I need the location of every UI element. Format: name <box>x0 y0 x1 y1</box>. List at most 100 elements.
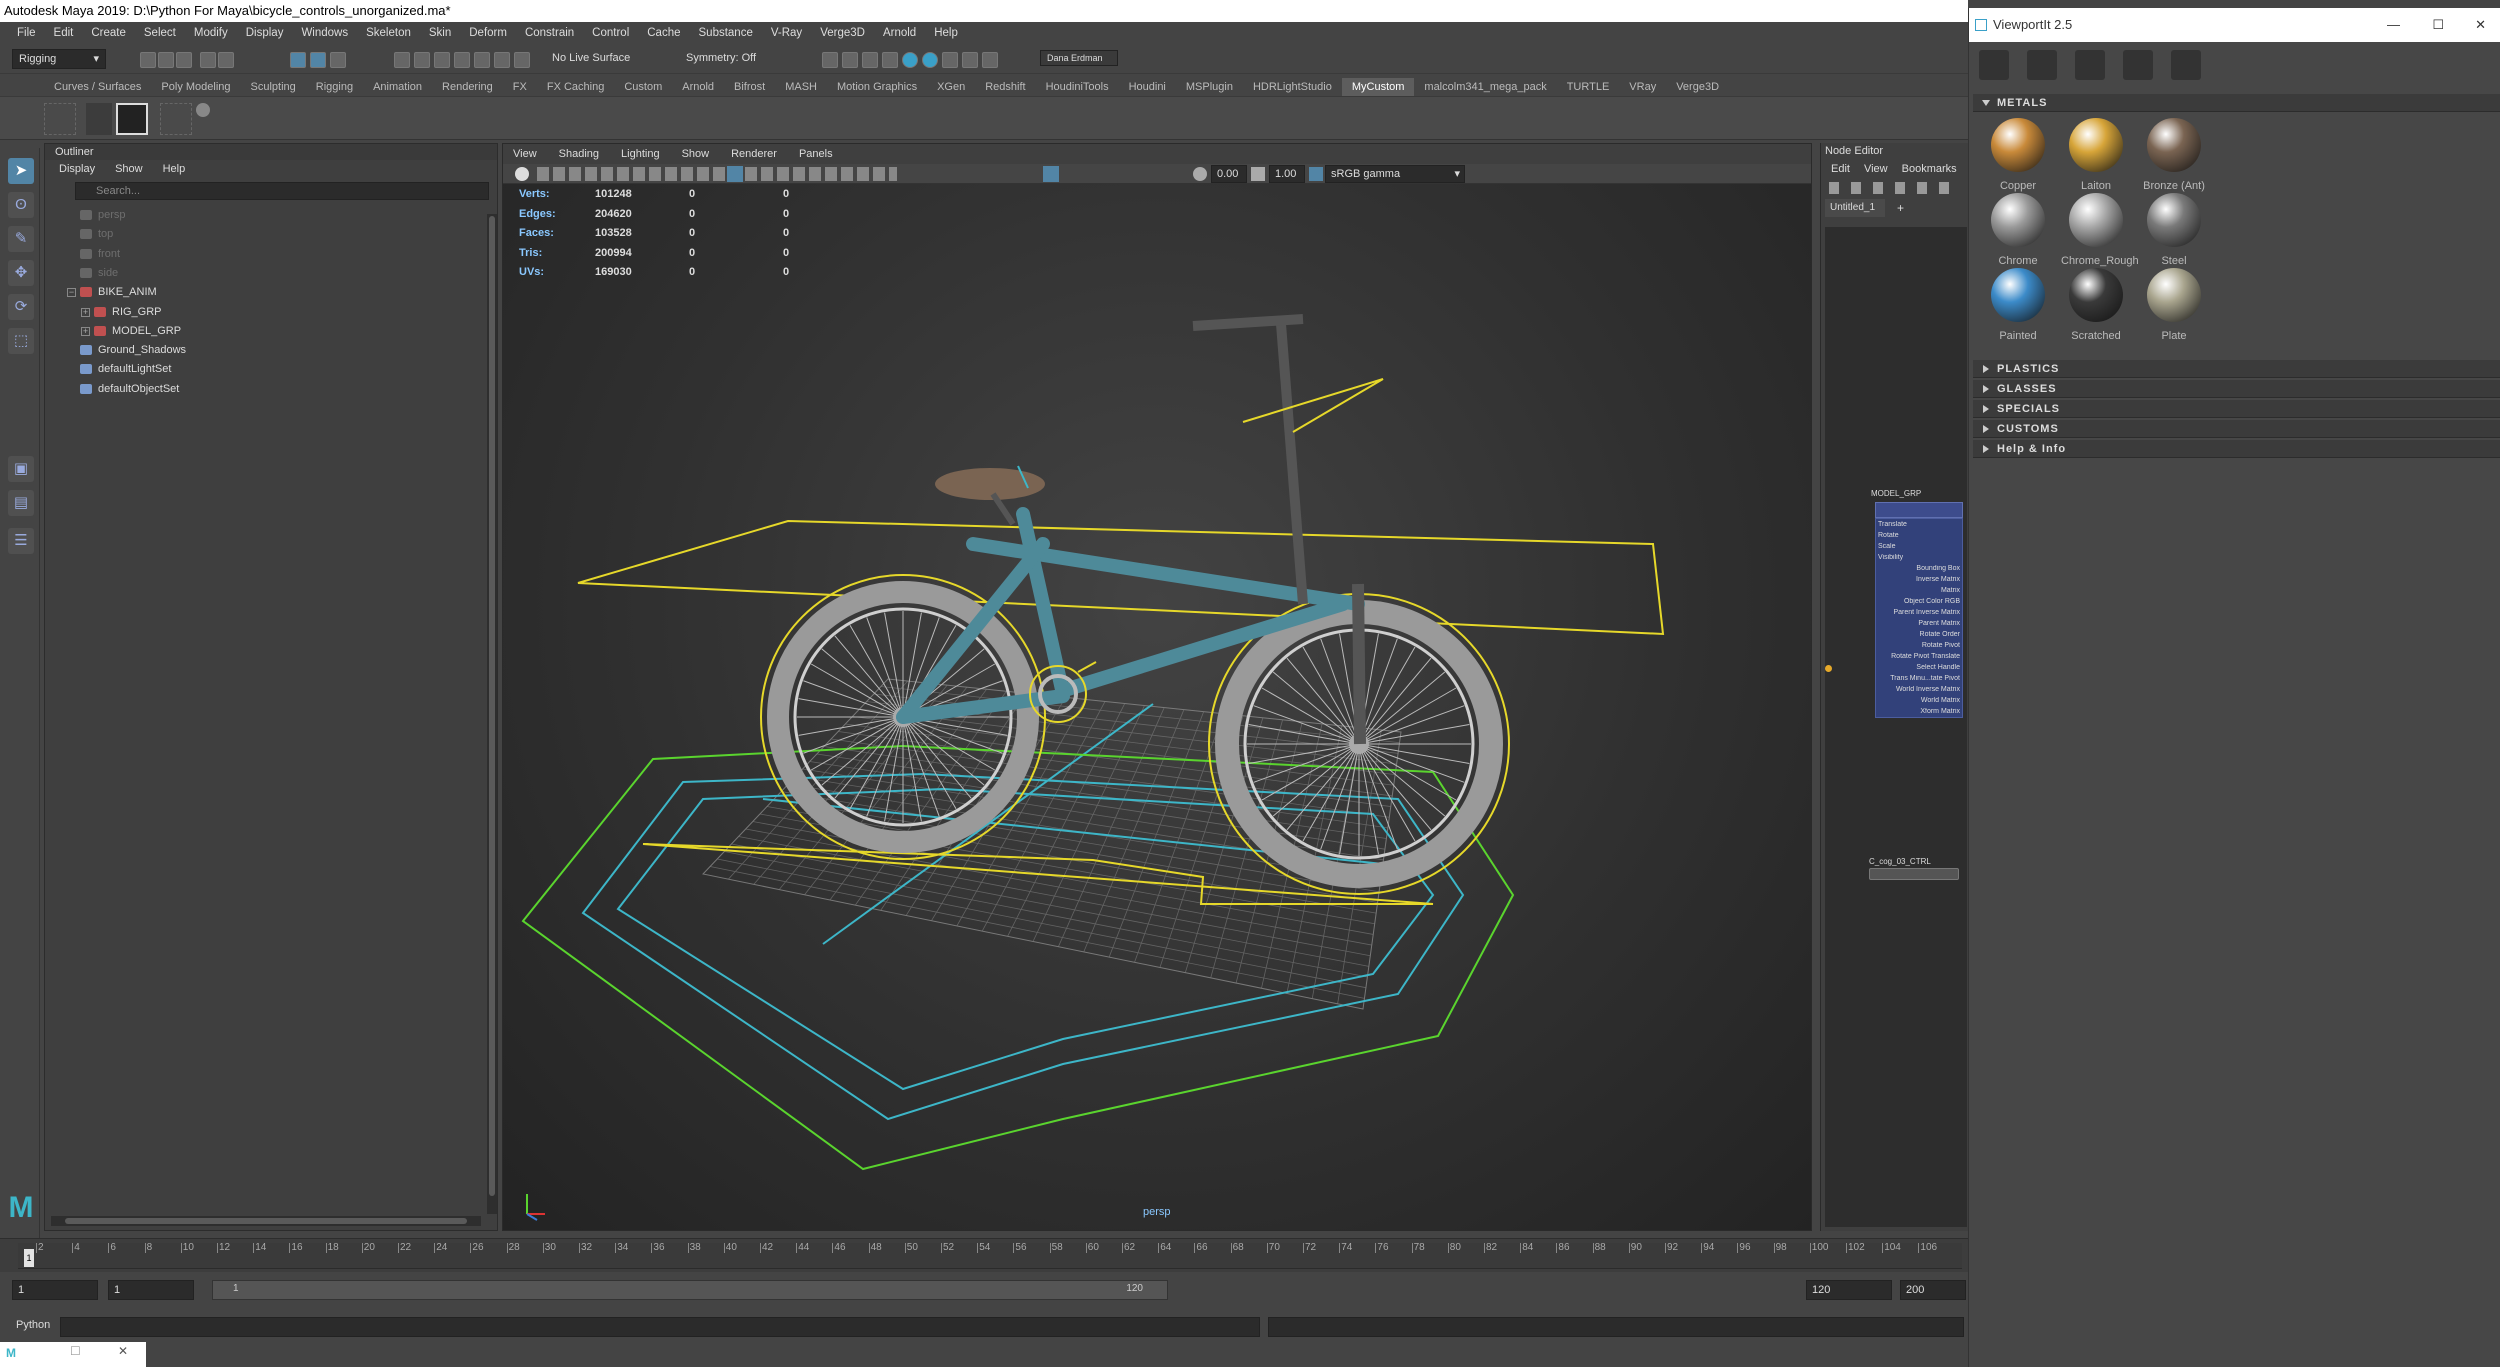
menu-file[interactable]: File <box>8 27 45 39</box>
node-attribute[interactable]: Matrix <box>1878 587 1960 594</box>
section-help-info[interactable]: Help & Info <box>1973 440 2500 458</box>
arnold-ipr-icon[interactable] <box>942 52 958 68</box>
scale-tool-icon[interactable]: ⬚ <box>8 328 34 354</box>
select-by-object-icon[interactable] <box>310 52 326 68</box>
shelf-tab-mash[interactable]: MASH <box>775 78 827 96</box>
snap-surface-icon[interactable] <box>474 52 490 68</box>
section-plastics[interactable]: PLASTICS <box>1973 360 2500 378</box>
snap-grid-icon[interactable] <box>394 52 410 68</box>
node-attribute[interactable]: Object Color RGB <box>1878 598 1960 605</box>
snap-point-icon[interactable] <box>434 52 450 68</box>
shelf-tab-houdini[interactable]: Houdini <box>1119 78 1176 96</box>
select-by-component-icon[interactable] <box>330 52 346 68</box>
outliner-scrollbar[interactable] <box>487 214 497 1214</box>
node-attribute[interactable]: Rotate Pivot <box>1878 642 1960 649</box>
expand-toggle-icon[interactable]: + <box>81 307 90 317</box>
time-ruler[interactable]: 2 4 6 8 10 12 14 16 18 20 22 24 26 28 30 32 34 36 38 40 42 44… <box>18 1242 1962 1269</box>
node-attribute[interactable]: Rotate <box>1878 532 1960 539</box>
paint-select-tool-icon[interactable]: ✎ <box>8 226 34 252</box>
snap-magnet-icon[interactable] <box>514 52 530 68</box>
material-chrome[interactable]: Chrome <box>1983 193 2053 267</box>
shelf-tab-msplugin[interactable]: MSPlugin <box>1176 78 1243 96</box>
outliner-item-ground-shadows[interactable]: Ground_Shadows <box>67 341 186 360</box>
node-editor-menu-edit[interactable]: Edit <box>1831 159 1850 179</box>
redo-icon[interactable] <box>218 52 234 68</box>
pause-icon[interactable] <box>982 52 998 68</box>
viewport-mode-icon[interactable] <box>1979 50 2009 80</box>
section-specials[interactable]: SPECIALS <box>1973 400 2500 418</box>
node-attribute[interactable]: Xform Matrix <box>1878 708 1960 715</box>
material-scratched[interactable]: Scratched <box>2061 268 2131 342</box>
menu-control[interactable]: Control <box>583 27 638 39</box>
menu-edit[interactable]: Edit <box>45 27 83 39</box>
command-language[interactable]: Python <box>16 1319 50 1331</box>
symmetry-field[interactable]: Symmetry: Off <box>680 49 780 69</box>
cog-ctrl-node[interactable] <box>1869 868 1959 880</box>
shelf-tab-motion-graphics[interactable]: Motion Graphics <box>827 78 927 96</box>
outliner-search-input[interactable]: Search... <box>75 182 489 200</box>
outliner-item-persp[interactable]: persp <box>67 206 126 225</box>
panel-toolbar-icons[interactable] <box>537 167 897 181</box>
node-attribute[interactable]: Inverse Matrix <box>1878 576 1960 583</box>
undo-icon[interactable] <box>200 52 216 68</box>
node-graph[interactable]: MODEL_GRP Translate Rotate Scale Visibility… <box>1825 227 1967 1227</box>
menu-modify[interactable]: Modify <box>185 27 237 39</box>
menu-skin[interactable]: Skin <box>420 27 460 39</box>
maximize-icon[interactable]: ☐ <box>2432 8 2444 42</box>
snap-curve-icon[interactable] <box>414 52 430 68</box>
node-attribute[interactable]: World Inverse Matrix <box>1878 686 1960 693</box>
node-attribute[interactable]: Rotate Pivot Translate <box>1878 653 1960 660</box>
material-painted[interactable]: Painted <box>1983 268 2053 342</box>
rotate-tool-icon[interactable]: ⟳ <box>8 294 34 320</box>
3d-scene[interactable]: Verts: 101248 0 0 Edges: 204620 0 0 Faces: 103528… <box>503 184 1811 1230</box>
outliner-menu-display[interactable]: Display <box>59 160 95 178</box>
menu-substance[interactable]: Substance <box>690 27 762 39</box>
section-customs[interactable]: CUSTOMS <box>1973 420 2500 438</box>
single-pane-layout-icon[interactable]: ▣ <box>8 456 34 482</box>
node-port[interactable] <box>1825 665 1832 672</box>
render-sequence-icon[interactable] <box>842 52 858 68</box>
material-chrome-rough[interactable]: Chrome_Rough <box>2061 193 2139 267</box>
menu-select[interactable]: Select <box>135 27 185 39</box>
shelf-tab-mycustom[interactable]: MyCustom <box>1341 78 1415 96</box>
shelf-frame-icon[interactable] <box>116 103 148 135</box>
outliner-item-top[interactable]: top <box>67 225 113 244</box>
shelf-tab-vray[interactable]: VRay <box>1619 78 1666 96</box>
model-grp-node[interactable]: Translate Rotate Scale Visibility Bounding B… <box>1875 518 1963 718</box>
shelf-button-empty[interactable] <box>44 103 76 135</box>
shelf-tab-xgen[interactable]: XGen <box>927 78 975 96</box>
node-attribute[interactable]: Select Handle <box>1878 664 1960 671</box>
outliner-layout-icon[interactable]: ☰ <box>8 528 34 554</box>
render-settings-icon[interactable] <box>882 52 898 68</box>
viewport-menu-show[interactable]: Show <box>682 144 710 164</box>
outliner-item-model-grp[interactable]: + MODEL_GRP <box>81 322 181 341</box>
command-input[interactable] <box>60 1317 1260 1337</box>
add-tab-button[interactable]: + <box>1897 199 1904 217</box>
menu-windows[interactable]: Windows <box>292 27 357 39</box>
shelf-tab-fx-caching[interactable]: FX Caching <box>537 78 614 96</box>
range-slider[interactable]: 1 120 <box>212 1280 1168 1300</box>
live-surface-field[interactable]: No Live Surface <box>546 49 646 69</box>
node-attribute[interactable]: Translate <box>1878 521 1960 528</box>
node-attribute[interactable]: Rotate Order <box>1878 631 1960 638</box>
menu-create[interactable]: Create <box>82 27 135 39</box>
shelf-tab-curves-surfaces[interactable]: Curves / Surfaces <box>44 78 151 96</box>
wireframe-on-shaded-icon[interactable] <box>727 166 743 182</box>
node-attribute[interactable]: Trans Minu...tate Pivot <box>1878 675 1960 682</box>
outliner-hscrollbar[interactable] <box>51 1216 481 1226</box>
section-glasses[interactable]: GLASSES <box>1973 380 2500 398</box>
open-scene-icon[interactable] <box>158 52 174 68</box>
camera-select-icon[interactable] <box>515 167 529 181</box>
outliner-menu-show[interactable]: Show <box>115 160 143 178</box>
outliner-item-rig-grp[interactable]: + RIG_GRP <box>81 303 162 322</box>
viewport-menu-shading[interactable]: Shading <box>559 144 599 164</box>
minimize-icon[interactable]: — <box>2387 8 2400 42</box>
menu-help[interactable]: Help <box>925 27 967 39</box>
shelf-tab-arnold[interactable]: Arnold <box>672 78 724 96</box>
viewport-menu-panels[interactable]: Panels <box>799 144 833 164</box>
shelf-tab-fx[interactable]: FX <box>503 78 537 96</box>
tab-untitled[interactable]: Untitled_1 <box>1825 199 1885 217</box>
move-tool-icon[interactable]: ✥ <box>8 260 34 286</box>
lasso-tool-icon[interactable]: ʘ <box>8 192 34 218</box>
material-laiton[interactable]: Laiton <box>2061 118 2131 192</box>
